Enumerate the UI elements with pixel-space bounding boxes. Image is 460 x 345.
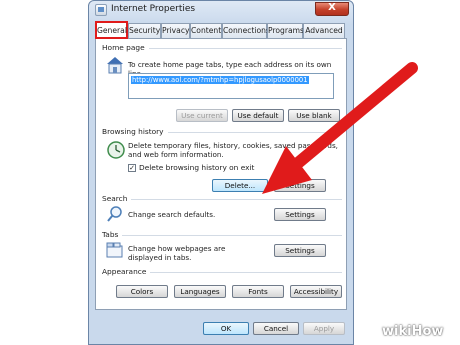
red-arrow-annotation [262,62,418,194]
tab-general[interactable]: General [95,21,128,39]
wikihow-watermark: wikiHow [382,324,444,339]
